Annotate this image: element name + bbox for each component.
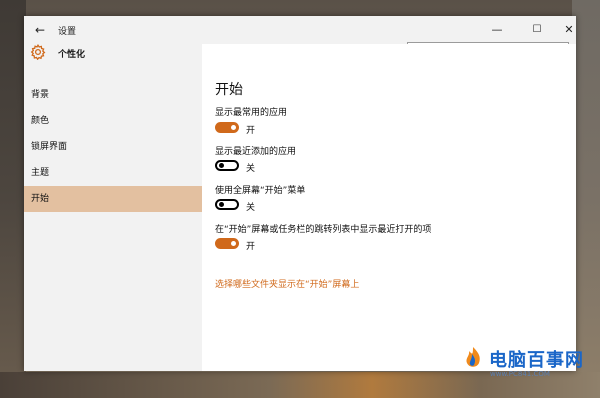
toggle-recently-added[interactable] [215,160,239,171]
toggle-full-screen-start[interactable] [215,199,239,210]
toggle-knob [219,202,224,207]
toggle-state-recently-added: 关 [246,164,256,174]
setting-label-recently-added: 显示最近添加的应用 [215,147,297,157]
sidebar-item-themes[interactable]: 主题 [24,160,202,186]
title-bar: ← 设置 — ☐ ✕ [24,16,576,44]
toggle-most-used[interactable] [215,122,239,133]
toggle-knob [219,163,224,168]
sidebar-item-background[interactable]: 背景 [24,82,202,108]
desktop-background-left [0,0,26,398]
toggle-recent-items[interactable] [215,238,239,249]
toggle-state-recent-items: 开 [246,242,256,252]
page-title: 开始 [215,82,243,98]
sidebar-item-colors[interactable]: 颜色 [24,108,202,134]
back-button[interactable]: ← [32,22,48,38]
choose-folders-link[interactable]: 选择哪些文件夹显示在“开始”屏幕上 [215,277,359,290]
settings-window: ← 设置 — ☐ ✕ 个性化 背景 颜色 锁屏界面 主题 开始 开始 [24,16,576,371]
close-button[interactable]: ✕ [558,20,580,40]
setting-label-most-used: 显示最常用的应用 [215,108,288,118]
gear-icon [30,44,46,60]
maximize-button[interactable]: ☐ [526,20,548,40]
setting-label-recent-items: 在“开始”屏幕或任务栏的跳转列表中显示最近打开的项 [215,225,432,235]
sidebar-item-start[interactable]: 开始 [24,186,202,212]
sidebar-item-lock-screen[interactable]: 锁屏界面 [24,134,202,160]
watermark-url: www.PC841.COM [490,370,550,378]
sidebar-header: 个性化 [24,44,202,68]
watermark-title: 电脑百事网 [489,350,584,371]
toggle-state-full-screen-start: 关 [246,203,256,213]
toggle-state-most-used: 开 [246,126,256,136]
toggle-knob [231,241,236,246]
window-title: 设置 [58,27,77,37]
flame-logo-icon [462,347,484,370]
watermark: 电脑百事网 www.PC841.COM [459,344,600,396]
main-content: 开始 显示最常用的应用 开 显示最近添加的应用 关 使用全屏幕“开始”菜单 关 … [202,44,576,371]
sidebar-title: 个性化 [58,50,86,60]
setting-label-full-screen-start: 使用全屏幕“开始”菜单 [215,186,306,196]
desktop-background-right [572,0,600,398]
sidebar: 个性化 背景 颜色 锁屏界面 主题 开始 [24,44,202,371]
minimize-button[interactable]: — [486,20,508,40]
toggle-knob [231,125,236,130]
